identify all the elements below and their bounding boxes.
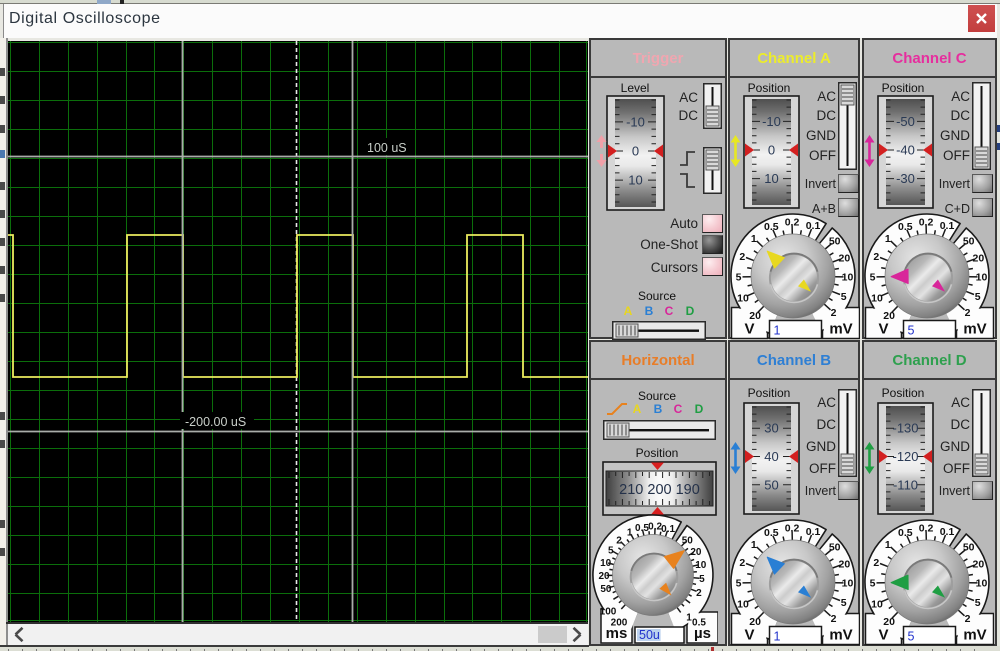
svg-text:5: 5 bbox=[699, 574, 705, 585]
svg-text:10: 10 bbox=[871, 292, 883, 304]
svg-text:50: 50 bbox=[682, 536, 694, 547]
svg-text:0.2: 0.2 bbox=[784, 522, 799, 534]
svg-text:10: 10 bbox=[600, 558, 612, 569]
svg-text:2: 2 bbox=[739, 556, 745, 568]
svg-text:10: 10 bbox=[871, 598, 883, 610]
svg-text:-130: -130 bbox=[892, 421, 918, 436]
svg-text:1: 1 bbox=[884, 538, 890, 550]
svg-text:-10: -10 bbox=[626, 114, 645, 129]
svg-text:2: 2 bbox=[830, 613, 836, 625]
svg-text:V: V bbox=[878, 626, 888, 643]
svg-text:0: 0 bbox=[768, 143, 775, 158]
svg-text:2: 2 bbox=[873, 250, 879, 262]
svg-text:50: 50 bbox=[764, 477, 778, 492]
svg-text:0.1: 0.1 bbox=[805, 526, 820, 538]
svg-text:2: 2 bbox=[873, 556, 879, 568]
svg-text:2: 2 bbox=[739, 250, 745, 262]
svg-text:40: 40 bbox=[764, 449, 778, 464]
svg-text:50: 50 bbox=[828, 541, 840, 553]
svg-text:0: 0 bbox=[632, 144, 639, 159]
svg-text:5: 5 bbox=[840, 290, 846, 302]
svg-text:1: 1 bbox=[884, 232, 890, 244]
svg-text:2: 2 bbox=[964, 613, 970, 625]
svg-text:20: 20 bbox=[690, 547, 702, 558]
svg-text:50: 50 bbox=[600, 584, 612, 595]
svg-text:20: 20 bbox=[598, 571, 610, 582]
svg-text:0.2: 0.2 bbox=[784, 216, 799, 228]
svg-text:2: 2 bbox=[696, 588, 702, 599]
svg-text:30: 30 bbox=[764, 421, 778, 436]
svg-text:mV: mV bbox=[829, 320, 852, 337]
svg-text:-200.00 uS: -200.00 uS bbox=[185, 415, 246, 429]
svg-text:5: 5 bbox=[869, 271, 875, 283]
svg-text:V: V bbox=[744, 626, 754, 643]
svg-text:5: 5 bbox=[907, 629, 914, 643]
svg-text:2: 2 bbox=[616, 535, 622, 546]
svg-text:5: 5 bbox=[735, 577, 741, 589]
svg-text:10: 10 bbox=[737, 292, 749, 304]
svg-text:50: 50 bbox=[962, 541, 974, 553]
svg-text:5: 5 bbox=[907, 323, 914, 337]
svg-text:-10: -10 bbox=[762, 114, 781, 129]
svg-text:5: 5 bbox=[735, 271, 741, 283]
svg-text:0.1: 0.1 bbox=[805, 220, 820, 232]
svg-text:210 200 190: 210 200 190 bbox=[619, 482, 700, 498]
svg-text:100: 100 bbox=[600, 607, 617, 618]
svg-text:mV: mV bbox=[963, 626, 986, 643]
svg-text:-30: -30 bbox=[896, 171, 915, 186]
svg-text:-120: -120 bbox=[892, 449, 918, 464]
svg-text:10: 10 bbox=[841, 577, 853, 589]
svg-text:1: 1 bbox=[627, 528, 633, 539]
svg-text:10: 10 bbox=[764, 171, 778, 186]
svg-text:50: 50 bbox=[828, 235, 840, 247]
svg-text:10: 10 bbox=[975, 271, 987, 283]
svg-text:0.5: 0.5 bbox=[897, 220, 912, 232]
svg-text:1: 1 bbox=[750, 232, 756, 244]
svg-text:0.2: 0.2 bbox=[918, 216, 933, 228]
svg-text:V: V bbox=[878, 320, 888, 337]
svg-text:20: 20 bbox=[972, 252, 984, 264]
svg-text:-40: -40 bbox=[896, 143, 915, 158]
svg-text:2: 2 bbox=[964, 307, 970, 319]
svg-text:10: 10 bbox=[975, 577, 987, 589]
svg-text:mV: mV bbox=[829, 626, 852, 643]
svg-text:0.5: 0.5 bbox=[763, 526, 778, 538]
svg-text:50u: 50u bbox=[639, 628, 660, 642]
svg-text:5: 5 bbox=[608, 546, 614, 557]
svg-text:50: 50 bbox=[962, 235, 974, 247]
svg-text:20: 20 bbox=[972, 558, 984, 570]
svg-text:5: 5 bbox=[840, 596, 846, 608]
svg-text:5: 5 bbox=[869, 577, 875, 589]
svg-text:2: 2 bbox=[830, 307, 836, 319]
svg-text:1: 1 bbox=[750, 538, 756, 550]
svg-text:µs: µs bbox=[694, 625, 711, 642]
svg-text:5: 5 bbox=[974, 596, 980, 608]
svg-text:0.1: 0.1 bbox=[661, 524, 675, 535]
svg-text:20: 20 bbox=[838, 252, 850, 264]
svg-text:1: 1 bbox=[773, 323, 780, 337]
svg-text:0.2: 0.2 bbox=[918, 522, 933, 534]
svg-text:100 uS: 100 uS bbox=[367, 141, 407, 155]
svg-text:-110: -110 bbox=[893, 477, 918, 492]
svg-text:10: 10 bbox=[628, 173, 642, 188]
svg-text:10: 10 bbox=[695, 560, 707, 571]
svg-text:0.5: 0.5 bbox=[763, 220, 778, 232]
svg-text:20: 20 bbox=[838, 558, 850, 570]
svg-text:0.5: 0.5 bbox=[897, 526, 912, 538]
svg-text:10: 10 bbox=[841, 271, 853, 283]
svg-text:V: V bbox=[744, 320, 754, 337]
svg-text:10: 10 bbox=[737, 598, 749, 610]
svg-text:mV: mV bbox=[963, 320, 986, 337]
svg-text:5: 5 bbox=[974, 290, 980, 302]
svg-text:0.1: 0.1 bbox=[939, 220, 954, 232]
svg-text:1: 1 bbox=[773, 629, 780, 643]
svg-text:-50: -50 bbox=[896, 114, 915, 129]
svg-text:ms: ms bbox=[606, 625, 628, 642]
svg-text:0.1: 0.1 bbox=[939, 526, 954, 538]
